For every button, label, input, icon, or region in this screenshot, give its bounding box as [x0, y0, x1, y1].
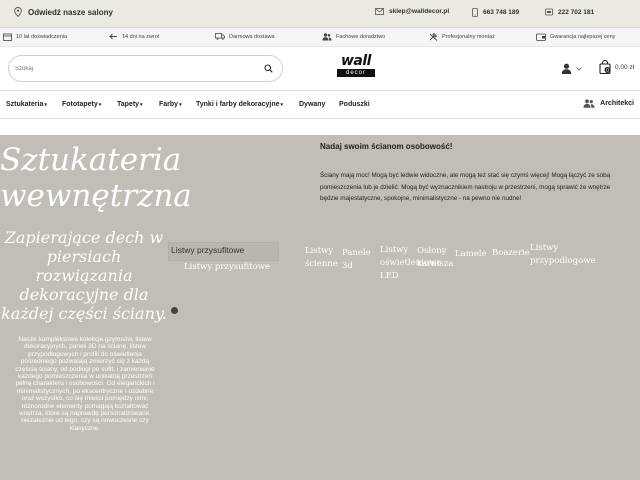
user-icon: [561, 63, 572, 74]
hero-subtitle: Zapierające dech w piersiach rozwiązania…: [1, 228, 167, 323]
landline-phone-label: 222 702 181: [558, 8, 595, 16]
wall-decor-logo[interactable]: wall decor: [337, 54, 375, 82]
nav-item-dywany[interactable]: Dywany: [299, 101, 325, 108]
category-tab-panele-3d[interactable]: Panele 3d: [342, 247, 372, 273]
nav-item-label: Dywany: [299, 101, 326, 108]
search-icon[interactable]: [264, 64, 273, 73]
wallet-icon: [536, 33, 546, 41]
nav-item-label: Tynki i farby dekoracyjne: [196, 101, 280, 108]
feature-installation: Profesjonalny montaż: [429, 33, 495, 41]
category-tab-listwy-przypodlogowe[interactable]: Listwy przypodłogowe: [530, 242, 598, 268]
location-pin-icon: [14, 7, 22, 17]
category-tab-oslony-karnisza[interactable]: Osłony karnisza: [417, 245, 455, 271]
search-box: [8, 55, 283, 82]
hero-right-heading: Nadaj swoim ścianom osobowość!: [320, 142, 453, 151]
nav-item-label: Sztukateria: [6, 101, 44, 108]
visit-salons-label: Odwiedź nasze salony: [28, 7, 113, 17]
cart-button[interactable]: 0 0,00 zł: [599, 60, 634, 74]
feature-label: 14 dni na zwrot: [122, 33, 160, 40]
feature-label: Profesjonalny montaż: [442, 34, 495, 40]
cart-amount: 0,00 zł: [615, 63, 635, 71]
feature-advice: Fachowe doradztwo: [322, 33, 385, 41]
feature-best-price: Gwarancja najlepszej ceny: [536, 33, 615, 41]
shopping-bag-icon: 0: [599, 60, 611, 74]
email-link[interactable]: sklep@walldecor.pl: [375, 8, 449, 15]
category-tab-boazerie[interactable]: Boazerie: [492, 247, 532, 260]
landline-phone-link[interactable]: 222 702 181: [545, 8, 594, 16]
hero-description: Nasze kompleksowe kolekcje gzymsów, list…: [15, 336, 155, 432]
envelope-icon: [375, 8, 384, 15]
hero-title: Sztukateria wewnętrzna: [0, 142, 192, 214]
nav-item-sztukateria[interactable]: Sztukateria▾: [6, 101, 47, 108]
truck-icon: [215, 33, 225, 40]
architects-link[interactable]: Architekci: [583, 99, 634, 108]
nav-item-farby[interactable]: Farby▾: [159, 101, 182, 108]
nav-item-tapety[interactable]: Tapety▾: [117, 101, 143, 108]
chevron-down-icon: ▾: [280, 102, 284, 108]
nav-item-tynki[interactable]: Tynki i farby dekoracyjne▾: [196, 101, 283, 108]
feature-label: Fachowe doradztwo: [336, 34, 386, 40]
feature-label: Gwarancja najlepszej ceny: [550, 34, 616, 40]
phone-icon: [545, 8, 553, 16]
mobile-phone-link[interactable]: 663 748 189: [472, 8, 519, 17]
cart-count: 0: [606, 68, 609, 74]
feature-free-delivery: Darmowa dostawa: [215, 33, 275, 40]
nav-item-label: Poduszki: [339, 101, 370, 108]
feature-label: Darmowa dostawa: [229, 33, 275, 40]
category-select[interactable]: Listwy przysufitowe: [168, 242, 279, 261]
search-input[interactable]: [15, 62, 255, 76]
chevron-down-icon: ▾: [179, 102, 182, 108]
logo-wall-text: wall: [341, 53, 371, 69]
people-icon: [583, 99, 595, 108]
slider-dot[interactable]: [171, 307, 178, 314]
feature-experience: 10 lat doświadczenia: [3, 33, 67, 41]
chevron-down-icon: ▾: [98, 102, 102, 108]
feature-returns: 14 dni na zwrot: [109, 33, 159, 40]
nav-item-label: Fototapety: [62, 101, 98, 108]
chevron-down-icon: ▾: [140, 102, 143, 108]
top-bar: Odwiedź nasze salony sklep@walldecor.pl …: [0, 0, 640, 28]
nav-item-label: Tapety: [117, 101, 140, 108]
chevron-down-icon: ▾: [44, 102, 47, 108]
nav-item-label: Farby: [159, 101, 179, 108]
tools-icon: [429, 33, 438, 41]
people-icon: [322, 33, 332, 41]
mobile-phone-label: 663 748 189: [483, 9, 520, 16]
return-arrow-icon: [109, 33, 117, 40]
chevron-down-icon: [576, 66, 582, 71]
feature-label: 10 lat doświadczenia: [16, 34, 68, 40]
nav-item-fototapety[interactable]: Fototapety▾: [62, 101, 101, 108]
visit-salons-link[interactable]: Odwiedź nasze salony: [14, 7, 113, 17]
calendar-icon: [3, 33, 12, 41]
features-bar: 10 lat doświadczenia 14 dni na zwrot Dar…: [0, 28, 640, 47]
logo-decor-text: decor: [337, 69, 375, 77]
account-menu[interactable]: [561, 63, 582, 74]
header: wall decor 0 0,00 zł: [0, 47, 640, 91]
main-navigation: Sztukateria▾ Fototapety▾ Tapety▾ Farby▾ …: [0, 91, 640, 119]
mobile-phone-icon: [472, 8, 478, 17]
hero-right-text: Ściany mają moc! Mogą być ledwie widoczn…: [320, 172, 611, 202]
category-tab-lamele[interactable]: Lamele: [455, 248, 489, 261]
architects-label: Architekci: [600, 100, 634, 107]
category-tab-listwy-scienne[interactable]: Listwy ścienne: [305, 245, 339, 271]
category-tab-listwy-przysufitowe[interactable]: Listwy przysufitowe: [184, 261, 274, 274]
nav-item-poduszki[interactable]: Poduszki: [339, 101, 370, 108]
email-label: sklep@walldecor.pl: [389, 8, 450, 15]
